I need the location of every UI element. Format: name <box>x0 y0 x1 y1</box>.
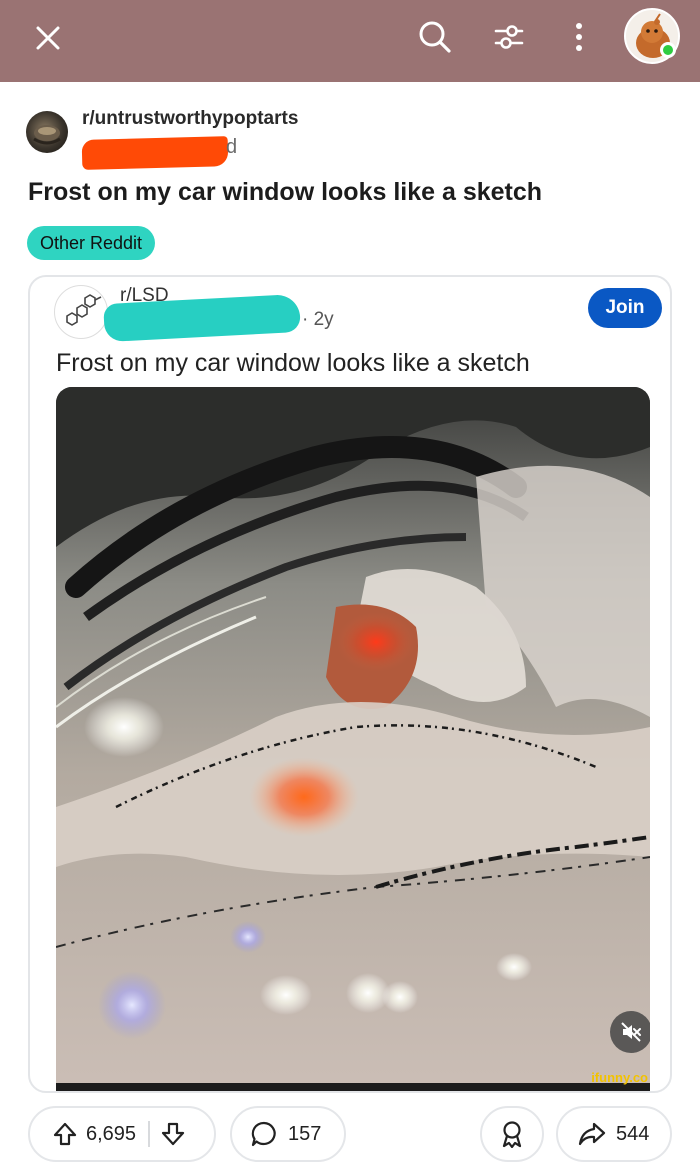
upvote-arrow-icon <box>53 1122 77 1146</box>
subreddit-name[interactable]: r/untrustworthypoptarts <box>82 108 298 130</box>
close-button[interactable] <box>24 14 72 62</box>
subreddit-avatar[interactable] <box>26 111 68 153</box>
redacted-username <box>81 136 229 170</box>
vote-bar: 6,695 <box>28 1106 216 1162</box>
watermark: ifunny.co <box>591 1070 648 1085</box>
post-video[interactable]: ifunny.co <box>56 387 650 1091</box>
share-button[interactable]: 544 <box>556 1106 672 1162</box>
search-icon <box>419 21 451 53</box>
crosspost-title: Frost on my car window looks like a sket… <box>56 349 530 377</box>
video-progress-bar[interactable] <box>56 1083 650 1091</box>
crosspost-card[interactable]: r/LSD · 2y Join Frost on my car window l… <box>28 275 672 1093</box>
upvote-button[interactable] <box>52 1121 78 1147</box>
crosspost-subreddit-avatar[interactable] <box>54 285 108 339</box>
crosspost-meta: · 2y <box>302 309 334 330</box>
more-options-button[interactable] <box>556 12 602 62</box>
comment-count: 157 <box>288 1122 322 1145</box>
share-count: 544 <box>616 1122 650 1145</box>
filter-button[interactable] <box>484 12 534 62</box>
more-vertical-icon <box>576 23 582 51</box>
top-app-bar <box>0 0 700 82</box>
mute-button[interactable] <box>610 1011 650 1053</box>
downvote-button[interactable] <box>160 1121 186 1147</box>
subreddit-avatar-image <box>33 125 61 145</box>
join-button[interactable]: Join <box>588 288 662 328</box>
post-flair[interactable]: Other Reddit <box>27 226 156 260</box>
post-meta: d <box>226 136 238 158</box>
post-title: Frost on my car window looks like a sket… <box>28 178 543 206</box>
filter-icon <box>494 25 524 49</box>
comment-icon <box>250 1120 278 1148</box>
award-icon <box>499 1120 525 1148</box>
vote-divider <box>148 1121 151 1147</box>
frost-window-image <box>56 387 650 1091</box>
online-status-indicator <box>660 42 676 58</box>
downvote-arrow-icon <box>161 1122 185 1146</box>
search-button[interactable] <box>410 12 460 62</box>
muted-speaker-icon <box>621 1022 641 1042</box>
close-icon <box>36 26 60 50</box>
share-icon <box>578 1121 606 1147</box>
award-button[interactable] <box>480 1106 544 1162</box>
comments-button[interactable]: 157 <box>230 1106 346 1162</box>
molecule-icon <box>66 294 102 326</box>
upvote-count: 6,695 <box>86 1122 137 1145</box>
